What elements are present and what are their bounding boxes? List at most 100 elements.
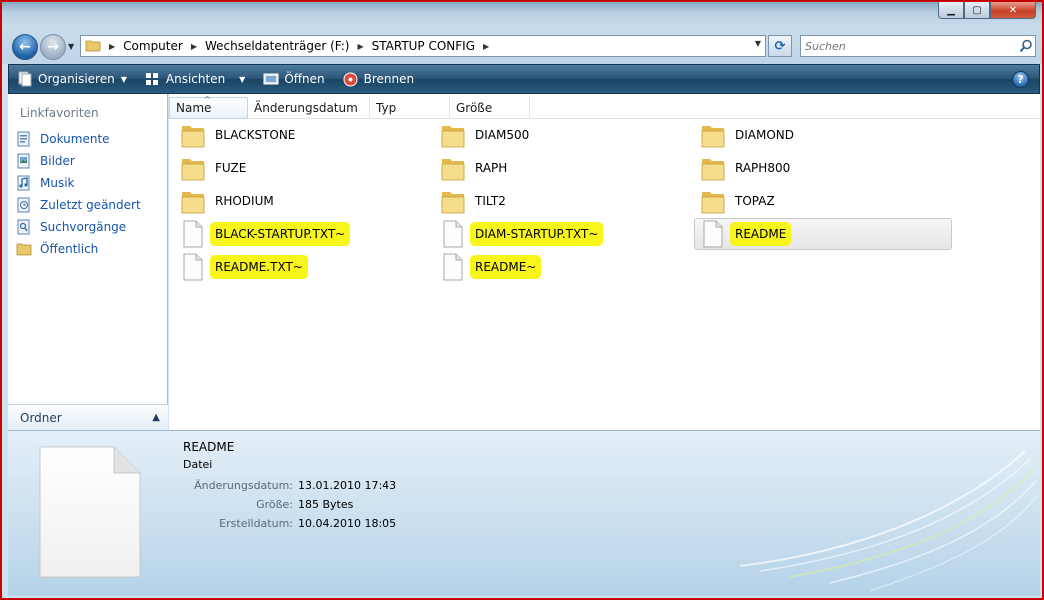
forward-button[interactable]: → [40,34,66,60]
column-headers: ^ Name Änderungsdatum Typ Größe [169,95,1040,119]
command-bar: Organisieren ▼ Ansichten ▼ Öffnen Brenne… [8,64,1040,94]
folder-icon [179,153,207,183]
nav-item-pictures[interactable]: Bilder [16,150,141,172]
views-label: Ansichten [165,72,226,86]
help-button[interactable]: ? [1012,71,1029,88]
folders-toggle[interactable]: Ordner ▲ [8,404,168,430]
title-bar[interactable]: ▁ ▢ ✕ [2,2,1042,28]
nav-item-label: Zuletzt geändert [40,198,141,212]
refresh-icon: ⟳ [774,38,786,54]
nav-item-label: Dokumente [40,132,110,146]
detail-row-modified: Änderungsdatum: 13.01.2010 17:43 [194,479,397,492]
search-icon[interactable] [1017,37,1035,55]
sort-ascending-icon: ^ [204,95,211,104]
detail-row-created: Erstelldatum: 10.04.2010 18:05 [219,517,397,530]
nav-item-searches[interactable]: Suchvorgänge [16,216,141,238]
nav-item-public[interactable]: Öffentlich [16,238,141,260]
breadcrumb-separator-icon[interactable]: ▶ [357,42,363,51]
favorites-list: Dokumente Bilder Musik Zuletzt geändert [16,128,141,260]
address-history-dropdown[interactable]: ▼ [755,39,761,48]
file-icon [439,219,467,249]
nav-item-recent[interactable]: Zuletzt geändert [16,194,141,216]
recent-icon [16,197,32,213]
nav-item-label: Musik [40,176,75,190]
breadcrumb-separator-icon[interactable]: ▶ [191,42,197,51]
column-header-size[interactable]: Größe [450,97,530,119]
burn-label: Brennen [363,72,415,86]
item-name: BLACKSTONE [215,128,296,142]
folder-item[interactable]: BLACKSTONE [179,119,297,151]
nav-item-label: Bilder [40,154,75,168]
item-name: DIAM-STARTUP.TXT~ [473,225,601,243]
file-item[interactable]: README.TXT~ [179,251,305,283]
file-item[interactable]: README~ [439,251,539,283]
breadcrumb-folder[interactable]: STARTUP CONFIG [372,39,475,53]
music-icon [16,175,32,191]
recent-pages-dropdown[interactable]: ▼ [68,42,74,51]
folder-icon [439,120,467,150]
decorative-swoosh [739,450,1039,592]
nav-item-music[interactable]: Musik [16,172,141,194]
organize-button[interactable]: Organisieren ▼ [9,65,137,93]
column-header-name[interactable]: ^ Name [169,95,248,119]
item-name: DIAM500 [475,128,530,142]
breadcrumb-drive[interactable]: Wechseldatenträger (F:) [205,39,350,53]
breadcrumb-computer[interactable]: Computer [123,39,183,53]
open-button[interactable]: Öffnen [255,65,334,93]
detail-properties: Änderungsdatum: 13.01.2010 17:43 Größe: … [183,476,396,533]
back-button[interactable]: ← [12,34,38,60]
chevron-down-icon: ▼ [239,74,246,84]
burn-disc-icon [343,71,359,87]
close-button[interactable]: ✕ [990,2,1036,19]
folder-icon [699,186,727,216]
item-name: RAPH [475,161,508,175]
chevron-down-icon: ▼ [120,74,127,84]
nav-item-label: Suchvorgänge [40,220,127,234]
search-input[interactable] [801,37,1017,55]
item-name: TOPAZ [735,194,775,208]
nav-item-documents[interactable]: Dokumente [16,128,141,150]
folder-icon [699,120,727,150]
file-item[interactable]: DIAM-STARTUP.TXT~ [439,218,601,250]
refresh-button[interactable]: ⟳ [768,35,792,57]
detail-file-type: Datei [183,458,213,471]
file-icon [179,219,207,249]
file-item-selected[interactable]: README [694,218,952,250]
file-item[interactable]: BLACK-STARTUP.TXT~ [179,218,348,250]
favorites-title: Linkfavoriten [20,106,99,120]
chevron-up-icon: ▲ [152,412,160,423]
item-name: DIAMOND [735,128,795,142]
maximize-button[interactable]: ▢ [964,2,990,19]
views-button[interactable]: Ansichten ▼ [137,65,255,93]
folder-item[interactable]: DIAM500 [439,119,531,151]
column-header-type[interactable]: Typ [370,97,450,119]
folder-item[interactable]: RAPH800 [699,152,792,184]
folder-icon [439,186,467,216]
open-icon [263,71,279,87]
column-header-modified[interactable]: Änderungsdatum [248,97,370,119]
folder-item[interactable]: DIAMOND [699,119,796,151]
breadcrumb-separator-icon[interactable]: ▶ [483,42,489,51]
folder-item[interactable]: RHODIUM [179,185,276,217]
folder-item[interactable]: FUZE [179,152,248,184]
item-name: README [733,225,789,243]
search-box [800,35,1036,57]
folder-item[interactable]: TOPAZ [699,185,777,217]
caption-buttons: ▁ ▢ ✕ [938,2,1036,20]
breadcrumb-separator-icon[interactable]: ▶ [109,42,115,51]
item-name: TILT2 [475,194,506,208]
navigation-pane: Linkfavoriten Dokumente Bilder Musik Zul… [8,94,168,430]
minimize-button[interactable]: ▁ [938,2,964,19]
details-pane: README Datei Änderungsdatum: 13.01.2010 … [8,430,1040,596]
burn-button[interactable]: Brennen [335,65,424,93]
address-bar[interactable]: ▶ Computer ▶ Wechseldatenträger (F:) ▶ S… [80,35,766,57]
file-icon [439,252,467,282]
file-icon [179,252,207,282]
folder-icon [699,153,727,183]
file-icon [699,219,727,249]
address-row: ← → ▼ ▶ Computer ▶ Wechseldatenträger (F… [2,28,1042,64]
folder-item[interactable]: TILT2 [439,185,508,217]
pictures-icon [16,153,32,169]
folder-item[interactable]: RAPH [439,152,509,184]
folders-label: Ordner [20,410,62,425]
